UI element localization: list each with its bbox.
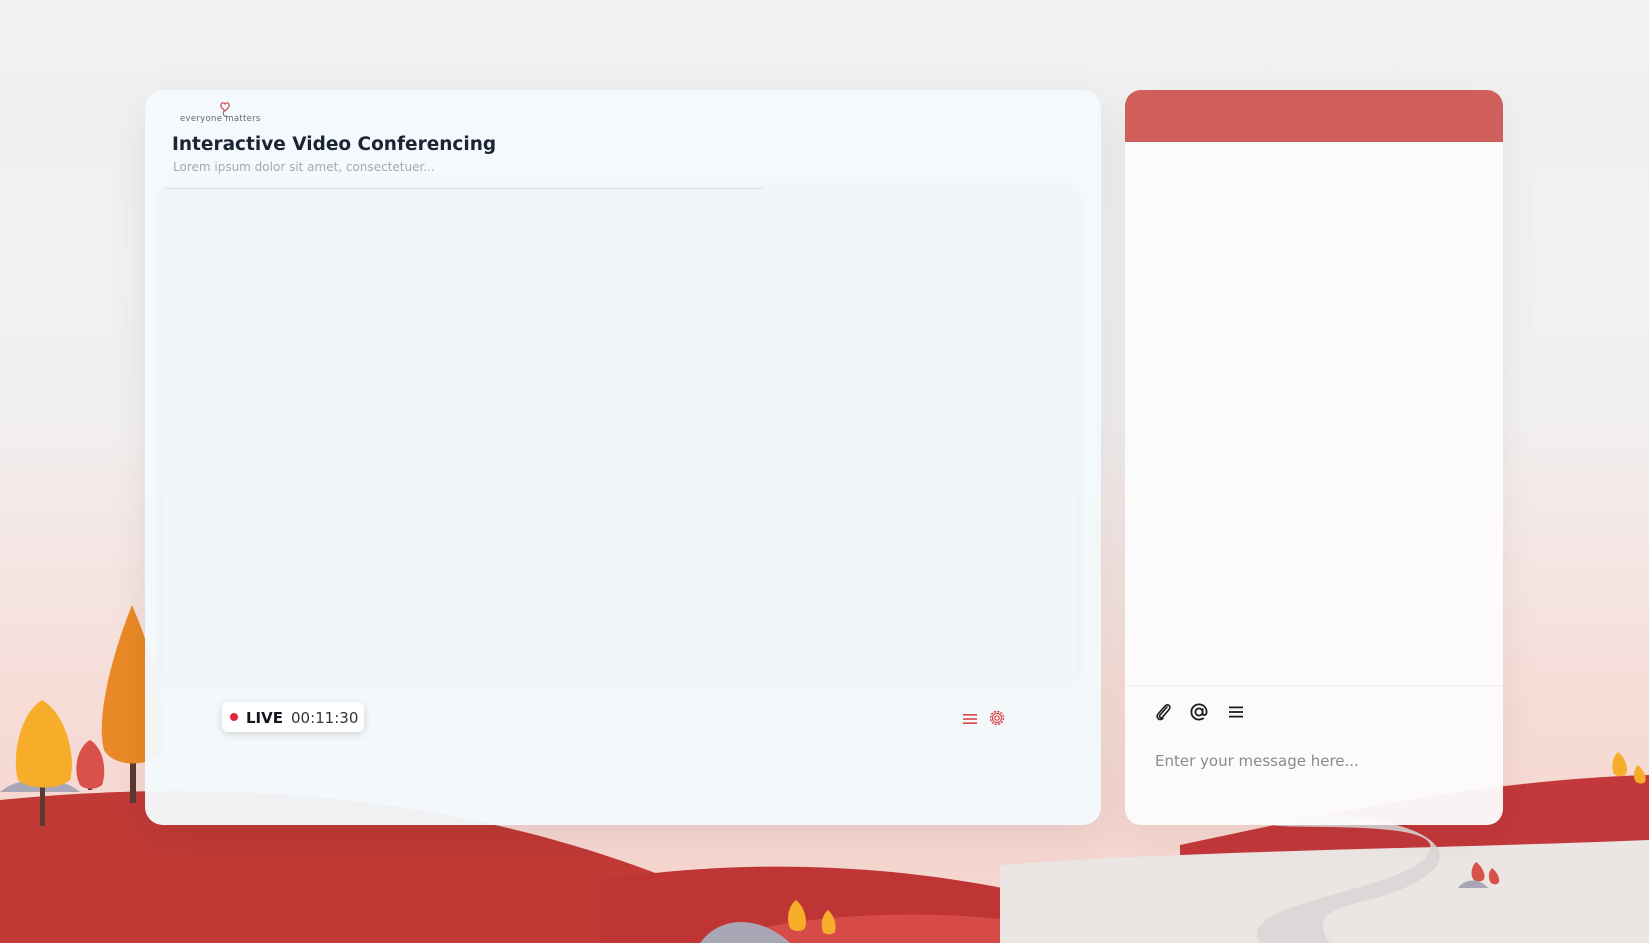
chat-divider <box>1125 685 1503 686</box>
at-icon[interactable] <box>1187 700 1211 724</box>
gear-icon[interactable] <box>987 708 1007 728</box>
paperclip-icon[interactable] <box>1151 700 1175 724</box>
video-panel: everyone matters Interactive Video Confe… <box>145 90 1101 825</box>
live-label: LIVE <box>246 709 283 727</box>
page-title: Interactive Video Conferencing <box>172 134 497 155</box>
page-subtitle: Lorem ipsum dolor sit amet, consectetuer… <box>173 160 435 174</box>
logo-text: everyone matters <box>180 114 261 124</box>
header-divider <box>163 188 763 189</box>
video-stream-area[interactable] <box>163 190 1076 681</box>
live-status-badge: LIVE 00:11:30 <box>222 702 364 732</box>
menu-icon[interactable] <box>960 709 980 729</box>
menu-icon[interactable] <box>1224 700 1248 724</box>
elapsed-time: 00:11:30 <box>291 709 359 727</box>
live-indicator-dot <box>230 713 238 721</box>
chat-panel <box>1125 90 1503 825</box>
chat-message-input[interactable] <box>1153 745 1477 777</box>
chat-message-list[interactable] <box>1125 142 1503 685</box>
chat-header <box>1125 90 1503 142</box>
